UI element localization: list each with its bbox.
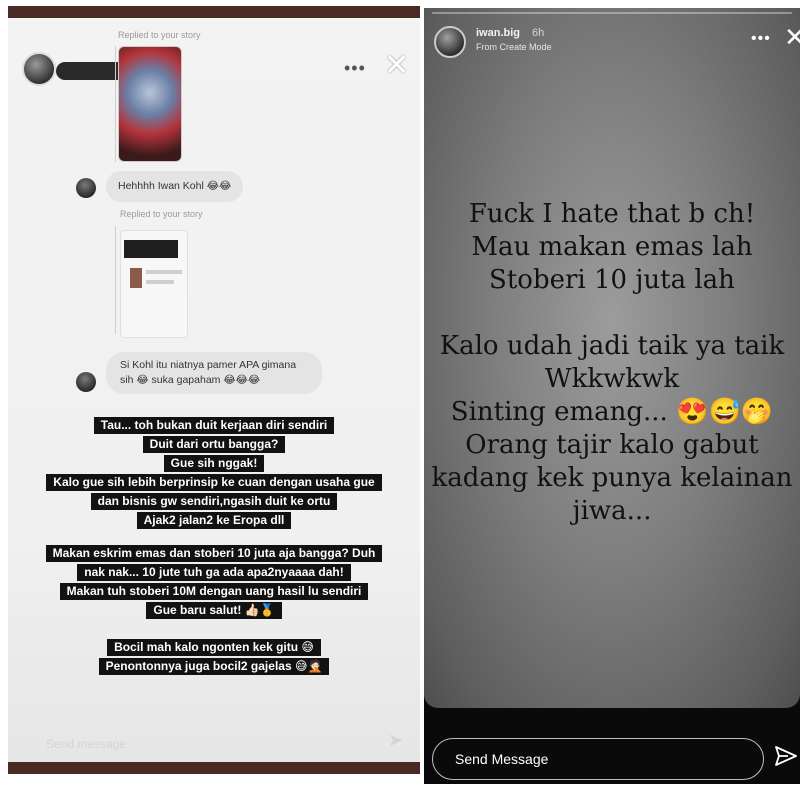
close-icon[interactable]: ✕	[784, 22, 800, 53]
story-text-line: Wkkwkwk	[544, 364, 680, 394]
close-icon[interactable]: ✕	[384, 48, 409, 83]
caption-line: Makan tuh stoberi 10M dengan uang hasil …	[59, 583, 369, 600]
message-text: Hehhhh Iwan Kohl 😂😂	[118, 180, 232, 192]
caption-line: Penontonnya juga bocil2 gajelas 😅🤦🏻	[98, 658, 330, 675]
send-message-input[interactable]: Send message	[38, 730, 368, 758]
story-text-spacer	[424, 297, 800, 330]
caption-line: dan bisnis gw sendiri,ngasih duit ke ort…	[90, 493, 338, 510]
message-bubble: Si Kohl itu niatnya pamer APA gimana sih…	[106, 352, 322, 394]
story-text-line: Sinting emang... 😍😅🤭	[450, 397, 774, 427]
message-text: Si Kohl itu niatnya pamer APA gimana	[120, 359, 297, 371]
thumbnail-text	[146, 280, 174, 284]
thumbnail-text	[146, 270, 182, 274]
story-text-content: Fuck I hate that b ch! Mau makan emas la…	[424, 198, 800, 528]
caption-line: Tau... toh bukan duit kerjaan diri sendi…	[93, 417, 335, 434]
message-bubble: Hehhhh Iwan Kohl 😂😂	[106, 171, 244, 202]
avatar[interactable]	[22, 52, 56, 86]
story-subtitle: From Create Mode	[476, 42, 552, 52]
send-message-input[interactable]: Send Message	[432, 738, 764, 780]
reply-quote-line	[115, 226, 116, 334]
caption-line: Kalo gue sih lebih berprinsip ke cuan de…	[46, 474, 382, 491]
caption-line: Gue baru salut! 👍🏻🥇	[146, 602, 282, 619]
story-card: iwan.big 6h From Create Mode ••• ✕ Fuck …	[424, 8, 800, 708]
story-text-line: Fuck I hate that b ch!	[468, 199, 756, 229]
sender-avatar	[76, 178, 96, 198]
more-horizontal-icon[interactable]: •••	[344, 58, 366, 79]
right-story-panel: iwan.big 6h From Create Mode ••• ✕ Fuck …	[424, 8, 800, 784]
caption-line: nak nak... 10 jute tuh ga ada apa2nyaaaa…	[77, 564, 351, 581]
story-text-line: Stoberi 10 juta lah	[489, 265, 735, 295]
more-horizontal-icon[interactable]: •••	[751, 30, 771, 48]
reply-quote-line	[115, 46, 116, 162]
replied-to-story-label: Replied to your story	[120, 209, 203, 219]
story-username[interactable]: iwan.big	[476, 27, 520, 39]
thumbnail-image	[130, 268, 142, 288]
send-paper-plane-icon[interactable]: ➤	[388, 730, 403, 751]
frame-top-strip	[8, 6, 420, 18]
frame-bottom-strip	[8, 762, 420, 774]
caption-line: Gue sih nggak!	[163, 455, 265, 472]
replied-to-story-label: Replied to your story	[118, 30, 201, 40]
avatar[interactable]	[434, 26, 466, 58]
caption-line: Ajak2 jalan2 ke Eropa dll	[136, 512, 292, 529]
story-progress-bar	[432, 12, 792, 14]
caption-line: Bocil mah kalo ngonten kek gitu 😅	[107, 639, 321, 656]
story-text-line: Orang tajir kalo gabut	[465, 430, 759, 460]
caption-block: Bocil mah kalo ngonten kek gitu 😅 Penont…	[8, 638, 420, 676]
send-paper-plane-icon[interactable]	[774, 744, 798, 768]
story-text-line: jiwa...	[572, 496, 652, 526]
story-thumbnail[interactable]	[118, 46, 182, 162]
story-canvas: ••• ✕ Replied to your story Hehhhh Iwan …	[8, 18, 420, 762]
caption-line: Duit dari ortu bangga?	[142, 436, 286, 453]
story-text-line: Mau makan emas lah	[471, 232, 753, 262]
message-text: sih 😂 suka gapaham 😂😂😂	[120, 374, 261, 386]
sender-avatar	[76, 372, 96, 392]
story-text-line: Kalo udah jadi taik ya taik	[439, 331, 785, 361]
caption-line: Makan eskrim emas dan stoberi 10 juta aj…	[45, 545, 383, 562]
story-timestamp: 6h	[532, 27, 545, 39]
caption-block: Tau... toh bukan duit kerjaan diri sendi…	[8, 416, 420, 530]
caption-block: Makan eskrim emas dan stoberi 10 juta aj…	[8, 544, 420, 620]
thumbnail-caption-bar	[124, 240, 178, 258]
story-text-line: kadang kek punya kelainan	[431, 463, 793, 493]
left-story-panel: ••• ✕ Replied to your story Hehhhh Iwan …	[8, 6, 420, 774]
